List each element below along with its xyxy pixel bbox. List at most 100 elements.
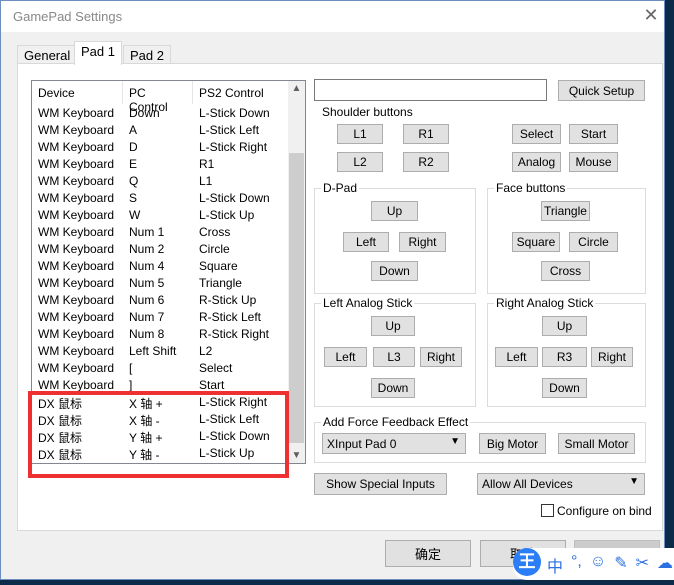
circle-button[interactable]: Circle [569,232,618,252]
highlight-box [28,391,289,478]
column-device[interactable]: Device [32,81,123,104]
table-cell: R-Stick Right [199,327,270,341]
table-row[interactable]: WM Keyboard D L-Stick Right [32,139,289,156]
table-cell: WM Keyboard [38,225,115,239]
table-cell: Q [129,174,139,188]
dpad-right-button[interactable]: Right [399,232,446,252]
analog-button[interactable]: Analog [512,152,561,172]
table-cell: WM Keyboard [38,344,115,358]
dpad-left-button[interactable]: Left [343,232,389,252]
table-row[interactable]: WM Keyboard W L-Stick Up [32,207,289,224]
table-row[interactable]: WM Keyboard Num 8 R-Stick Right [32,326,289,343]
scroll-up-icon[interactable]: ▲ [288,83,305,94]
tab-general[interactable]: General [17,45,78,64]
table-row[interactable]: WM Keyboard Num 5 Triangle [32,275,289,292]
l1-button[interactable]: L1 [337,124,383,144]
table-cell: WM Keyboard [38,276,115,290]
lstick-left-button[interactable]: Left [324,347,367,367]
ime-tool-icon[interactable]: ✂ [636,553,649,577]
ime-tool-icon[interactable]: ✎ [614,553,627,577]
table-cell: ] [129,378,133,392]
big-motor-button[interactable]: Big Motor [479,433,546,454]
table-cell: E [129,157,138,171]
l3-button[interactable]: L3 [373,347,415,367]
table-cell: R-Stick Up [199,293,257,307]
table-row[interactable]: WM Keyboard Down L-Stick Down [32,105,289,122]
rstick-right-button[interactable]: Right [591,347,633,367]
table-row[interactable]: WM Keyboard [ Select [32,360,289,377]
close-icon[interactable]: ✕ [639,5,663,26]
device-filter-select[interactable]: Allow All Devices ▼ [477,473,645,495]
ok-button[interactable]: 确定 [385,540,471,567]
show-special-inputs-button[interactable]: Show Special Inputs [314,473,447,495]
triangle-button[interactable]: Triangle [541,201,590,221]
table-row[interactable]: WM Keyboard Num 7 R-Stick Left [32,309,289,326]
column-ps2-control[interactable]: PS2 Control [193,81,289,104]
lstick-down-button[interactable]: Down [371,378,415,398]
dpad-down-button[interactable]: Down [371,261,418,281]
table-row[interactable]: WM Keyboard Num 1 Cross [32,224,289,241]
ime-tool-icon[interactable]: ☺ [590,553,606,577]
table-row[interactable]: WM Keyboard Num 6 R-Stick Up [32,292,289,309]
table-cell: Square [199,259,238,273]
ime-tool-icon[interactable]: °, [571,553,582,577]
table-cell: Num 5 [129,276,165,290]
ff-device-select[interactable]: XInput Pad 0 ▼ [322,433,466,454]
table-cell: WM Keyboard [38,191,115,205]
table-cell: Num 2 [129,242,165,256]
cross-button[interactable]: Cross [541,261,590,281]
table-cell: Left Shift [129,344,177,358]
small-motor-button[interactable]: Small Motor [558,433,635,454]
lstick-up-button[interactable]: Up [371,316,415,336]
table-row[interactable]: WM Keyboard Num 2 Circle [32,241,289,258]
table-cell: L-Stick Left [199,123,260,137]
mouse-button[interactable]: Mouse [569,152,618,172]
table-row[interactable]: WM Keyboard A L-Stick Left [32,122,289,139]
ime-tool-icon[interactable]: ☁ [657,553,673,577]
tab-pad-1[interactable]: Pad 1 [74,41,122,65]
lstick-right-button[interactable]: Right [420,347,462,367]
table-cell: WM Keyboard [38,327,115,341]
scrollbar-thumb[interactable] [289,153,304,443]
square-button[interactable]: Square [512,232,560,252]
rstick-down-button[interactable]: Down [542,378,587,398]
chevron-down-icon: ▼ [629,476,639,487]
group-label: Right Analog Stick [494,296,596,310]
device-filter-value: Allow All Devices [482,477,573,491]
table-cell: R-Stick Left [199,310,262,324]
table-row[interactable]: WM Keyboard Num 4 Square [32,258,289,275]
r1-button[interactable]: R1 [403,124,449,144]
table-cell: Num 1 [129,225,165,239]
r2-button[interactable]: R2 [403,152,449,172]
table-cell: [ [129,361,133,375]
select-button[interactable]: Select [512,124,561,144]
rstick-left-button[interactable]: Left [495,347,538,367]
configure-on-bind-label: Configure on bind [557,504,652,518]
title-bar: GamePad Settings ✕ [1,1,664,32]
tab-pad-2[interactable]: Pad 2 [123,45,171,64]
quick-setup-input[interactable] [314,79,547,101]
column-pc-control[interactable]: PC Control [123,81,193,114]
window-title: GamePad Settings [13,9,123,24]
table-row[interactable]: WM Keyboard Left Shift L2 [32,343,289,360]
table-row[interactable]: WM Keyboard E R1 [32,156,289,173]
quick-setup-button[interactable]: Quick Setup [558,80,645,101]
ime-tool-icon[interactable]: 中 [547,553,563,577]
l2-button[interactable]: L2 [337,152,383,172]
r3-button[interactable]: R3 [542,347,587,367]
table-cell: Circle [199,242,230,256]
table-cell: Num 8 [129,327,165,341]
table-row[interactable]: WM Keyboard S L-Stick Down [32,190,289,207]
table-cell: Num 4 [129,259,165,273]
table-row[interactable]: WM Keyboard Q L1 [32,173,289,190]
start-button[interactable]: Start [569,124,618,144]
ime-logo[interactable]: 王 [513,548,541,576]
table-cell: L2 [199,344,213,358]
table-cell: Select [199,361,233,375]
scroll-down-icon[interactable]: ▼ [288,450,305,461]
configure-on-bind-checkbox[interactable] [541,504,554,517]
dpad-up-button[interactable]: Up [371,201,418,221]
table-cell: WM Keyboard [38,361,115,375]
rstick-up-button[interactable]: Up [542,316,587,336]
table-cell: WM Keyboard [38,242,115,256]
